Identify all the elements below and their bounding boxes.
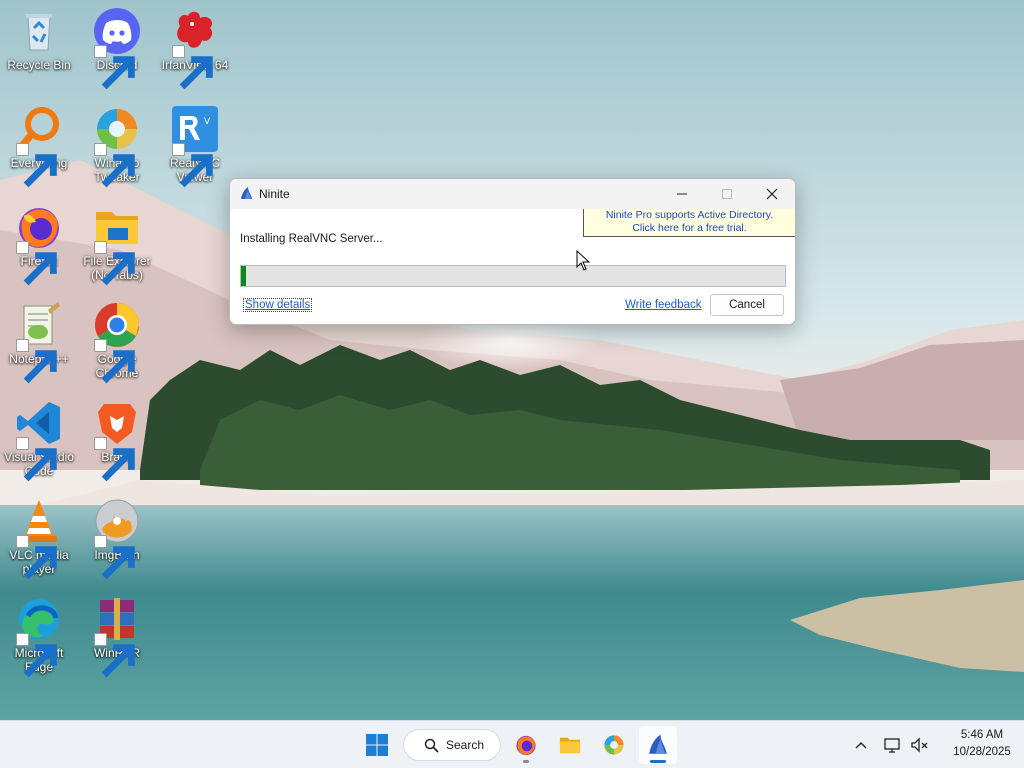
- volume-muted-icon[interactable]: [910, 735, 930, 755]
- desktop-icon-discord[interactable]: Discord: [78, 6, 156, 96]
- desktop-icon-irfanview[interactable]: IrfanView 64: [156, 6, 234, 96]
- window-title: Ninite: [259, 187, 290, 201]
- vscode-icon: [14, 398, 64, 482]
- ad-line-1: Ninite Pro supports Active Directory.: [605, 209, 774, 221]
- running-indicator: [523, 760, 529, 763]
- desktop-icon-imgburn[interactable]: ImgBurn: [78, 496, 156, 586]
- shortcut-arrow-icon: [94, 143, 135, 188]
- network-icon[interactable]: [883, 735, 903, 755]
- close-button[interactable]: [749, 179, 794, 209]
- desktop-icon-recycle-bin[interactable]: Recycle Bin: [0, 6, 78, 96]
- notepad-plus-plus-icon: [14, 300, 64, 384]
- winaero-tweaker-icon: [604, 735, 624, 755]
- taskbar-search-box[interactable]: Search: [403, 729, 501, 761]
- shortcut-arrow-icon: [94, 45, 135, 90]
- shortcut-arrow-icon: [94, 437, 135, 482]
- minimize-button[interactable]: [659, 179, 704, 209]
- minimize-icon: [676, 193, 687, 195]
- desktop-icon-brave[interactable]: Brave: [78, 398, 156, 488]
- desktop-icon-label: Recycle Bin: [7, 58, 71, 72]
- shortcut-arrow-icon: [16, 437, 57, 482]
- shortcut-arrow-icon: [94, 339, 135, 384]
- desktop-icon-everything[interactable]: Everything: [0, 104, 78, 194]
- maximize-icon: [721, 189, 732, 199]
- shortcut-arrow-icon: [172, 45, 213, 90]
- desktop-icon-firefox[interactable]: Firefox: [0, 202, 78, 292]
- shortcut-arrow-icon: [16, 535, 57, 580]
- firefox-icon: [516, 735, 536, 756]
- desktop-icon-visual-studio-code[interactable]: Visual Studio Code: [0, 398, 78, 488]
- winrar-books-icon: [92, 594, 142, 678]
- taskbar-ninite[interactable]: [639, 726, 677, 764]
- taskbar-firefox[interactable]: [507, 726, 545, 764]
- brave-lion-icon: [92, 398, 142, 482]
- shortcut-arrow-icon: [16, 241, 57, 286]
- desktop-icon-notepad-plus-plus[interactable]: Notepad++: [0, 300, 78, 390]
- file-explorer-icon: [559, 737, 581, 754]
- realvnc-icon: V: [170, 104, 220, 188]
- search-label: Search: [446, 738, 485, 752]
- google-chrome-icon: [92, 300, 142, 384]
- shortcut-arrow-icon: [16, 633, 57, 678]
- ninite-pro-ad-link[interactable]: Ninite Pro supports Active Directory. Cl…: [583, 209, 795, 237]
- progress-bar-fill: [241, 266, 247, 286]
- shortcut-arrow-icon: [16, 143, 57, 188]
- taskbar: [0, 720, 1024, 768]
- winaero-tweaker-icon: [92, 104, 142, 188]
- ad-line-2: Click here for a free trial.: [632, 221, 747, 234]
- vlc-cone-icon: [14, 496, 64, 580]
- desktop-icon-winaero-tweaker[interactable]: Winaero Tweaker: [78, 104, 156, 194]
- shortcut-arrow-icon: [16, 339, 57, 384]
- desktop-icon-google-chrome[interactable]: Google Chrome: [78, 300, 156, 390]
- recycle-bin-icon: [14, 6, 64, 56]
- desktop-icon-realvnc-viewer[interactable]: V RealVNC Viewer: [156, 104, 234, 194]
- clock-date[interactable]: 10/28/2025: [944, 746, 1020, 758]
- desktop-icon-winrar[interactable]: WinRAR: [78, 594, 156, 684]
- cancel-button[interactable]: Cancel: [710, 294, 784, 316]
- shortcut-arrow-icon: [172, 143, 213, 188]
- desktop-icon-microsoft-edge[interactable]: Microsoft Edge: [0, 594, 78, 684]
- search-icon: [424, 738, 439, 753]
- install-status-text: Installing RealVNC Server...: [240, 233, 383, 245]
- everything-icon: [14, 104, 64, 188]
- taskbar-file-explorer[interactable]: [551, 726, 589, 764]
- shortcut-arrow-icon: [94, 633, 135, 678]
- microsoft-edge-icon: [14, 594, 64, 678]
- ninite-window: Ninite Ninite Pro supports Active Direct…: [229, 178, 796, 325]
- shortcut-arrow-icon: [94, 535, 135, 580]
- write-feedback-link[interactable]: Write feedback: [625, 299, 702, 311]
- desktop-icon-file-explorer[interactable]: File Explorer (No Tabs): [78, 202, 156, 292]
- svg-text:V: V: [204, 117, 211, 127]
- active-indicator: [650, 760, 666, 763]
- mouse-cursor-icon: [576, 250, 590, 271]
- ninite-icon: [649, 734, 667, 754]
- title-bar[interactable]: Ninite: [230, 179, 795, 209]
- progress-bar: [240, 265, 786, 287]
- close-icon: [766, 188, 777, 200]
- show-details-link[interactable]: Show details: [243, 298, 313, 312]
- shortcut-arrow-icon: [94, 241, 135, 286]
- start-button[interactable]: [358, 726, 396, 764]
- irfanview-icon: [170, 6, 220, 90]
- ninite-icon: [241, 187, 252, 199]
- folder-icon: [92, 202, 142, 286]
- windows-start-icon: [366, 734, 388, 756]
- desktop-icon-vlc[interactable]: VLC media player: [0, 496, 78, 586]
- show-hidden-icons-chevron-icon[interactable]: [851, 735, 871, 755]
- firefox-icon: [14, 202, 64, 286]
- taskbar-winaero-tweaker[interactable]: [595, 726, 633, 764]
- clock-time[interactable]: 5:46 AM: [944, 729, 1020, 741]
- maximize-button[interactable]: [704, 179, 749, 209]
- imgburn-disc-icon: [92, 496, 142, 580]
- discord-icon: [92, 6, 142, 90]
